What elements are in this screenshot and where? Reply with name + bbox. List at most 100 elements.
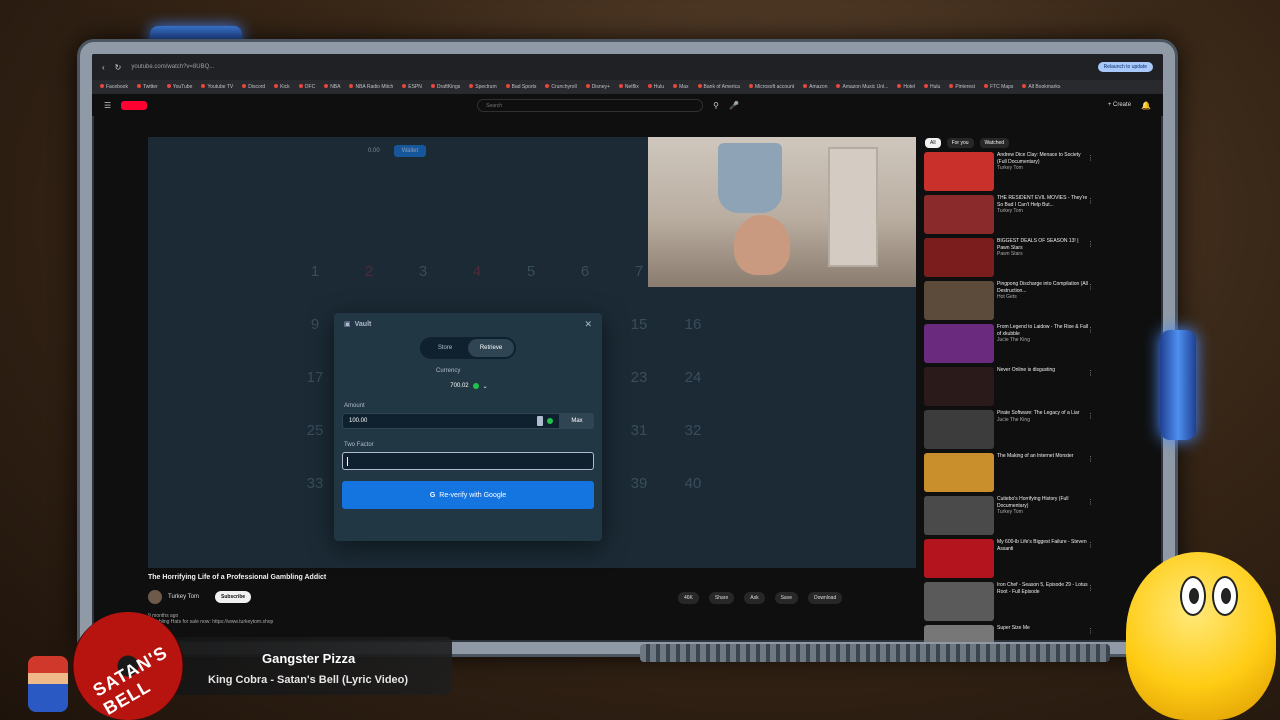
currency-select[interactable]: 700.02 ⌄ <box>434 379 504 393</box>
more-options-icon[interactable]: ⋮ <box>1087 455 1094 463</box>
filter-chip[interactable]: For you <box>946 138 974 148</box>
stepper-icon[interactable] <box>537 416 543 426</box>
mic-icon[interactable]: 🎤 <box>729 101 739 110</box>
bookmark-item[interactable]: Twitter <box>137 84 158 90</box>
video-action-button[interactable]: Save <box>774 592 798 604</box>
bookmark-item[interactable]: Disney+ <box>586 84 610 90</box>
video-thumbnail[interactable] <box>924 496 994 535</box>
video-thumbnail[interactable] <box>924 582 994 621</box>
keno-tile[interactable]: 2 <box>342 245 396 298</box>
video-thumbnail[interactable] <box>924 539 994 578</box>
keno-tile[interactable]: 24 <box>666 351 720 404</box>
tab-retrieve[interactable]: Retrieve <box>468 339 514 357</box>
bookmark-item[interactable]: Spectrum <box>469 84 496 90</box>
bookmark-item[interactable]: Pinterest <box>949 84 975 90</box>
bookmark-item[interactable]: Hotel <box>897 84 915 90</box>
bookmark-item[interactable]: Facebook <box>100 84 128 90</box>
reload-icon[interactable]: ↻ <box>115 63 122 72</box>
more-options-icon[interactable]: ⋮ <box>1087 584 1094 592</box>
keno-tile[interactable]: 40 <box>666 457 720 510</box>
list-item[interactable]: The Making of an Internet Monster ⋮ <box>924 453 1094 496</box>
address-bar[interactable]: youtube.com/watch?v=8UBQ... <box>131 64 391 70</box>
video-thumbnail[interactable] <box>924 195 994 234</box>
avatar[interactable] <box>148 590 162 604</box>
video-thumbnail[interactable] <box>924 281 994 320</box>
reverify-google-button[interactable]: G Re-verify with Google <box>342 481 594 509</box>
more-options-icon[interactable]: ⋮ <box>1087 240 1094 248</box>
back-icon[interactable]: ‹ <box>102 63 105 72</box>
video-action-button[interactable]: Download <box>808 592 843 604</box>
video-thumbnail[interactable] <box>924 152 994 191</box>
bookmark-item[interactable]: Bad Sports <box>506 84 537 90</box>
video-thumbnail[interactable] <box>924 453 994 492</box>
more-options-icon[interactable]: ⋮ <box>1087 197 1094 205</box>
keno-tile[interactable]: 23 <box>612 351 666 404</box>
keno-tile[interactable]: 3 <box>396 245 450 298</box>
more-options-icon[interactable]: ⋮ <box>1087 412 1094 420</box>
keno-tile[interactable]: 31 <box>612 404 666 457</box>
wallet-button[interactable]: Wallet <box>393 145 427 157</box>
list-item[interactable]: BIGGEST DEALS OF SEASON 13! | Pawn Stars… <box>924 238 1094 281</box>
bookmark-item[interactable]: FTC Maps <box>984 84 1013 90</box>
video-action-button[interactable]: 46K <box>678 592 699 604</box>
more-options-icon[interactable]: ⋮ <box>1087 326 1094 334</box>
subscribe-button[interactable]: Subscribe <box>215 591 252 603</box>
keno-tile[interactable]: 5 <box>504 245 558 298</box>
keno-tile[interactable]: 32 <box>666 404 720 457</box>
video-thumbnail[interactable] <box>924 367 994 406</box>
keno-tile[interactable]: 39 <box>612 457 666 510</box>
bookmark-item[interactable]: Crunchyroll <box>545 84 576 90</box>
bookmark-item[interactable]: Max <box>673 84 688 90</box>
list-item[interactable]: My 600-lb Life's Biggest Failure - Steve… <box>924 539 1094 582</box>
video-thumbnail[interactable] <box>924 238 994 277</box>
more-options-icon[interactable]: ⋮ <box>1087 498 1094 506</box>
list-item[interactable]: Iron Chef - Season 5, Episode 29 - Lotus… <box>924 582 1094 625</box>
bookmark-item[interactable]: Youtube TV <box>201 84 233 90</box>
youtube-logo[interactable] <box>121 100 148 110</box>
keno-tile[interactable]: 15 <box>612 298 666 351</box>
bell-icon[interactable]: 🔔 <box>1141 101 1151 110</box>
filter-chip[interactable]: Watched <box>979 138 1010 148</box>
bookmark-item[interactable]: All Bookmarks <box>1022 84 1060 90</box>
two-factor-input[interactable] <box>342 452 594 470</box>
create-button[interactable]: + Create <box>1108 102 1131 108</box>
video-description[interactable]: 9 months ago Gambling Hats for sale now:… <box>148 613 273 625</box>
video-action-button[interactable]: Ask <box>744 592 765 604</box>
list-item[interactable]: Andrew Dice Clay: Menace to Society (Ful… <box>924 152 1094 195</box>
bookmark-item[interactable]: NBA <box>324 84 340 90</box>
keno-tile[interactable]: 6 <box>558 245 612 298</box>
bookmark-item[interactable]: Discord <box>242 84 265 90</box>
more-options-icon[interactable]: ⋮ <box>1087 541 1094 549</box>
keno-tile[interactable]: 4 <box>450 245 504 298</box>
balance-display[interactable]: 0.00 <box>368 148 380 154</box>
keno-tile[interactable]: 1 <box>288 245 342 298</box>
bookmark-item[interactable]: OFC <box>299 84 316 90</box>
menu-icon[interactable]: ☰ <box>104 101 111 110</box>
video-action-button[interactable]: Share <box>708 592 735 604</box>
video-thumbnail[interactable] <box>924 410 994 449</box>
more-options-icon[interactable]: ⋮ <box>1087 283 1094 291</box>
list-item[interactable]: From Legend to Laidow - The Rise & Fall … <box>924 324 1094 367</box>
bookmark-item[interactable]: Microsoft account <box>749 84 794 90</box>
bookmark-item[interactable]: Amazon Music Unl... <box>836 84 888 90</box>
bookmark-item[interactable]: ESPN <box>402 84 422 90</box>
bookmark-item[interactable]: Hulu <box>924 84 940 90</box>
bookmark-item[interactable]: Kick <box>274 84 289 90</box>
channel-name[interactable]: Turkey Tom <box>168 594 199 600</box>
relaunch-button[interactable]: Relaunch to update <box>1097 62 1153 72</box>
search-icon[interactable]: ⚲ <box>713 101 719 110</box>
more-options-icon[interactable]: ⋮ <box>1087 627 1094 635</box>
bookmark-item[interactable]: DraftKings <box>431 84 460 90</box>
list-item[interactable]: Pingpong Discharge into Compilation (All… <box>924 281 1094 324</box>
bookmark-item[interactable]: Bank of America <box>698 84 740 90</box>
more-options-icon[interactable]: ⋮ <box>1087 154 1094 162</box>
list-item[interactable]: Never Online is disgusting ⋮ <box>924 367 1094 410</box>
list-item[interactable]: Pirate Software: The Legacy of a Liar Juc… <box>924 410 1094 453</box>
amount-input[interactable]: 100.00 <box>342 413 560 429</box>
more-options-icon[interactable]: ⋮ <box>1087 369 1094 377</box>
list-item[interactable]: THE RESIDENT EVIL MOVIES - They're So Ba… <box>924 195 1094 238</box>
search-input[interactable]: Search <box>477 98 704 112</box>
close-icon[interactable]: ✕ <box>584 319 592 330</box>
max-button[interactable]: Max <box>560 413 594 429</box>
bookmark-item[interactable]: Amazon <box>803 84 827 90</box>
